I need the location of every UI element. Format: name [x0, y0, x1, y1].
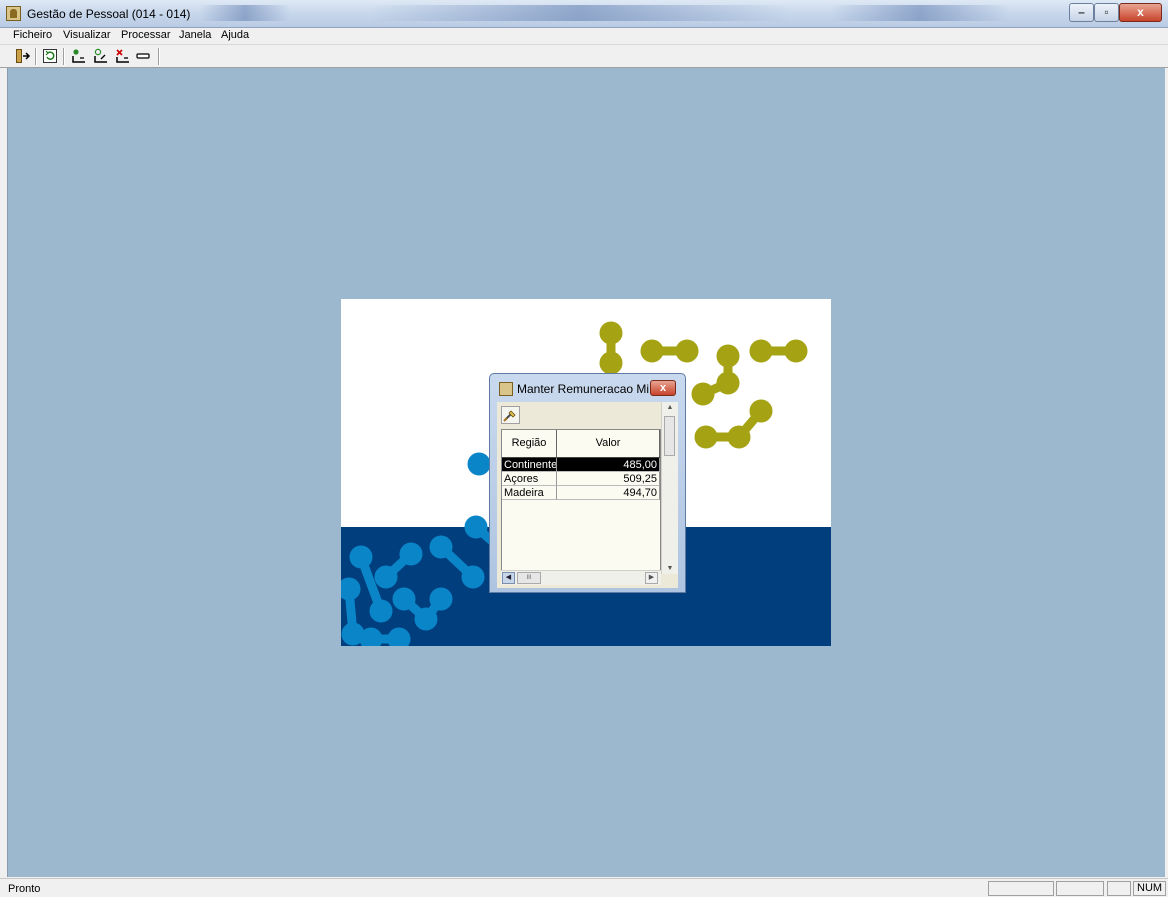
status-pane: [1056, 881, 1104, 896]
vertical-scrollbar[interactable]: ▲ ▼: [661, 402, 678, 574]
child-close-button[interactable]: x: [650, 380, 676, 396]
status-pane: [988, 881, 1054, 896]
menu-ficheiro[interactable]: Ficheiro: [13, 29, 52, 41]
cell-regiao[interactable]: Madeira: [502, 486, 557, 500]
menu-visualizar[interactable]: Visualizar: [63, 29, 111, 41]
column-header-regiao[interactable]: Região: [502, 430, 557, 457]
child-window-body: Região Valor Continente 485,00 Açores 50…: [497, 402, 678, 588]
status-text: Pronto: [8, 883, 41, 895]
background-window-title-blur: [370, 5, 790, 21]
table-row[interactable]: Açores 509,25: [502, 472, 660, 486]
minimize-icon: –: [1078, 5, 1085, 19]
menu-bar: Ficheiro Visualizar Processar Janela Aju…: [0, 28, 1168, 44]
window-app-icon[interactable]: [499, 382, 513, 396]
num-lock-indicator: NUM: [1133, 881, 1166, 896]
broom-icon: [503, 410, 516, 422]
cell-valor[interactable]: 509,25: [557, 472, 660, 486]
minimize-button[interactable]: –: [1069, 3, 1094, 22]
exit-door-icon[interactable]: [14, 48, 31, 64]
column-header-valor[interactable]: Valor: [557, 430, 660, 457]
scroll-right-icon[interactable]: ▶: [645, 572, 658, 584]
background-window-title-blur: [830, 5, 1010, 21]
add-employee-icon[interactable]: [70, 48, 87, 64]
menu-processar[interactable]: Processar: [121, 29, 171, 41]
close-icon: x: [1137, 5, 1144, 19]
cell-valor[interactable]: 494,70: [557, 486, 660, 500]
toolbar-separator: [158, 48, 160, 65]
close-button[interactable]: x: [1119, 3, 1162, 22]
cell-regiao[interactable]: Continente: [502, 458, 557, 472]
remuneracao-table[interactable]: Região Valor Continente 485,00 Açores 50…: [501, 429, 661, 571]
background-window-title-blur: [200, 5, 290, 21]
table-row[interactable]: Madeira 494,70: [502, 486, 660, 500]
delete-employee-icon[interactable]: [114, 48, 131, 64]
table-row[interactable]: Continente 485,00: [502, 458, 660, 472]
toolbar-separator: [35, 48, 37, 65]
table-header: Região Valor: [502, 430, 660, 458]
horizontal-scrollbar[interactable]: ◀ III ▶: [501, 570, 661, 585]
refresh-icon[interactable]: [42, 48, 59, 64]
menu-ajuda[interactable]: Ajuda: [221, 29, 249, 41]
toolbar: [0, 44, 1168, 68]
scroll-left-icon[interactable]: ◀: [502, 572, 515, 584]
scroll-down-icon[interactable]: ▼: [662, 565, 678, 572]
clear-button[interactable]: [501, 406, 520, 424]
toolbar-separator: [63, 48, 65, 65]
edit-employee-icon[interactable]: [92, 48, 109, 64]
window-title: Gestão de Pessoal (014 - 014): [27, 7, 191, 21]
child-window-title: Manter Remuneracao Mi...: [517, 382, 660, 396]
horizontal-scroll-thumb[interactable]: III: [517, 572, 541, 584]
status-pane: [1107, 881, 1131, 896]
restore-icon: ▫: [1104, 5, 1109, 19]
title-bar[interactable]: Gestão de Pessoal (014 - 014) – ▫ x: [0, 0, 1168, 28]
cell-valor[interactable]: 485,00: [557, 458, 660, 472]
menu-janela[interactable]: Janela: [179, 29, 211, 41]
app-icon[interactable]: [6, 6, 21, 21]
minus-bar-icon[interactable]: [135, 48, 152, 64]
vertical-scroll-thumb[interactable]: [664, 416, 675, 456]
restore-button[interactable]: ▫: [1094, 3, 1119, 22]
cell-regiao[interactable]: Açores: [502, 472, 557, 486]
close-icon: x: [659, 382, 667, 394]
scroll-up-icon[interactable]: ▲: [662, 404, 678, 411]
status-bar: Pronto NUM: [0, 878, 1168, 897]
remuneracao-window[interactable]: Manter Remuneracao Mi... x Região Valor …: [489, 373, 686, 593]
